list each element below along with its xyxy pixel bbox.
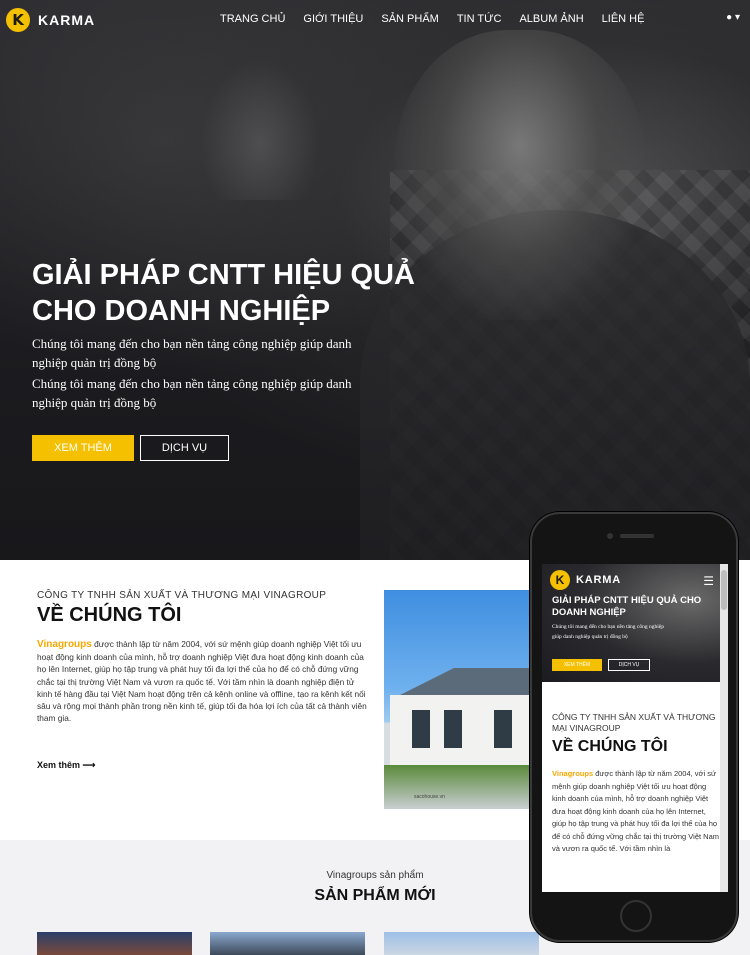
phone-speaker	[620, 534, 654, 538]
mobile-hero: K KARMA ☰ GIẢI PHÁP CNTT HIỆU QUẢ CHO DO…	[542, 564, 728, 682]
nav-item-news[interactable]: TIN TỨC	[457, 13, 502, 25]
house-door	[494, 710, 512, 748]
hero-title-line-2: CHO DOANH NGHIỆP	[32, 295, 331, 327]
product-thumbnail[interactable]	[210, 932, 365, 955]
services-button[interactable]: DỊCH VỤ	[140, 435, 229, 461]
mobile-about-heading: VỀ CHÚNG TÔI	[552, 738, 668, 755]
hero-text-2: Chúng tôi mang đến cho bạn nền tảng công…	[32, 376, 352, 410]
image-caption: sacohouse.vn	[414, 794, 445, 800]
hero-section: K KARMA TRANG CHỦ GIỚI THIỆU SẢN PHẨM TI…	[0, 0, 750, 560]
mobile-about-paragraph: Vinagroups được thành lập từ năm 2004, v…	[552, 768, 720, 856]
house-garden	[384, 765, 544, 809]
nav-item-products[interactable]: SẢN PHẨM	[381, 13, 438, 25]
main-menu: TRANG CHỦ GIỚI THIỆU SẢN PHẨM TIN TỨC AL…	[220, 13, 662, 25]
phone-home-button	[620, 900, 652, 932]
mobile-company-name: CÔNG TY TNHH SẢN XUẤT VÀ THƯƠNG MẠI VINA…	[552, 712, 716, 733]
house-window	[412, 710, 430, 748]
mobile-about-paragraph-text: được thành lập từ năm 2004, với sứ mệnh …	[552, 769, 720, 853]
phone-screen: K KARMA ☰ GIẢI PHÁP CNTT HIỆU QUẢ CHO DO…	[542, 564, 728, 892]
mobile-scrollbar-thumb[interactable]	[721, 570, 727, 610]
about-heading: VỀ CHÚNG TÔI	[37, 604, 182, 626]
hero-title: GIẢI PHÁP CNTT HIỆU QUẢ CHO DOANH NGHIỆP	[32, 257, 452, 329]
product-thumbnail[interactable]	[384, 932, 539, 955]
about-paragraph-text: được thành lập từ năm 2004, với sứ mệnh …	[37, 639, 367, 724]
phone-camera	[607, 533, 613, 539]
hero-background-lamp	[200, 60, 320, 200]
mobile-logo-mark-icon[interactable]: K	[550, 570, 570, 590]
about-house-image: sacohouse.vn	[384, 590, 544, 809]
mobile-services-button[interactable]: DỊCH VỤ	[608, 659, 650, 671]
nav-item-contact[interactable]: LIÊN HỆ	[602, 13, 645, 25]
company-name: CÔNG TY TNHH SẢN XUẤT VÀ THƯƠNG MẠI VINA…	[37, 590, 327, 601]
user-menu[interactable]: ● ▾	[726, 12, 740, 23]
brand-name: KARMA	[38, 12, 96, 28]
house-window	[444, 710, 462, 748]
nav-item-album[interactable]: ALBUM ẢNH	[519, 13, 583, 25]
about-read-more-link[interactable]: Xem thêm ⟶	[37, 760, 95, 771]
hero-text-1: Chúng tôi mang đến cho bạn nền tảng công…	[32, 336, 352, 370]
top-navbar: K KARMA TRANG CHỦ GIỚI THIỆU SẢN PHẨM TI…	[0, 0, 750, 40]
mobile-hero-text: Chúng tôi mang đến cho bạn nền tảng công…	[552, 624, 664, 640]
mobile-brand-highlight: Vinagroups	[552, 769, 594, 778]
logo-mark-icon: K	[6, 8, 30, 32]
house-roof	[394, 668, 544, 698]
phone-mockup: K KARMA ☰ GIẢI PHÁP CNTT HIỆU QUẢ CHO DO…	[530, 512, 738, 942]
nav-item-about[interactable]: GIỚI THIỆU	[303, 13, 363, 25]
user-icon: ●	[726, 12, 733, 23]
read-more-button[interactable]: XEM THÊM	[32, 435, 134, 461]
nav-item-home[interactable]: TRANG CHỦ	[220, 13, 285, 25]
brand-highlight: Vinagroups	[37, 639, 92, 650]
chevron-down-icon: ▾	[734, 12, 740, 23]
mobile-scrollbar[interactable]	[720, 564, 728, 892]
mobile-brand-name: KARMA	[576, 574, 621, 586]
mobile-hero-title: GIẢI PHÁP CNTT HIỆU QUẢ CHO DOANH NGHIỆP	[552, 595, 702, 618]
product-thumbnail[interactable]	[37, 932, 192, 955]
about-paragraph: Vinagroups được thành lập từ năm 2004, v…	[37, 638, 367, 724]
mobile-read-more-button[interactable]: XEM THÊM	[552, 659, 602, 671]
hero-title-line-1: GIẢI PHÁP CNTT HIỆU QUẢ	[32, 259, 415, 291]
brand-logo[interactable]: K KARMA	[6, 8, 95, 32]
hamburger-menu-icon[interactable]: ☰	[703, 574, 714, 588]
